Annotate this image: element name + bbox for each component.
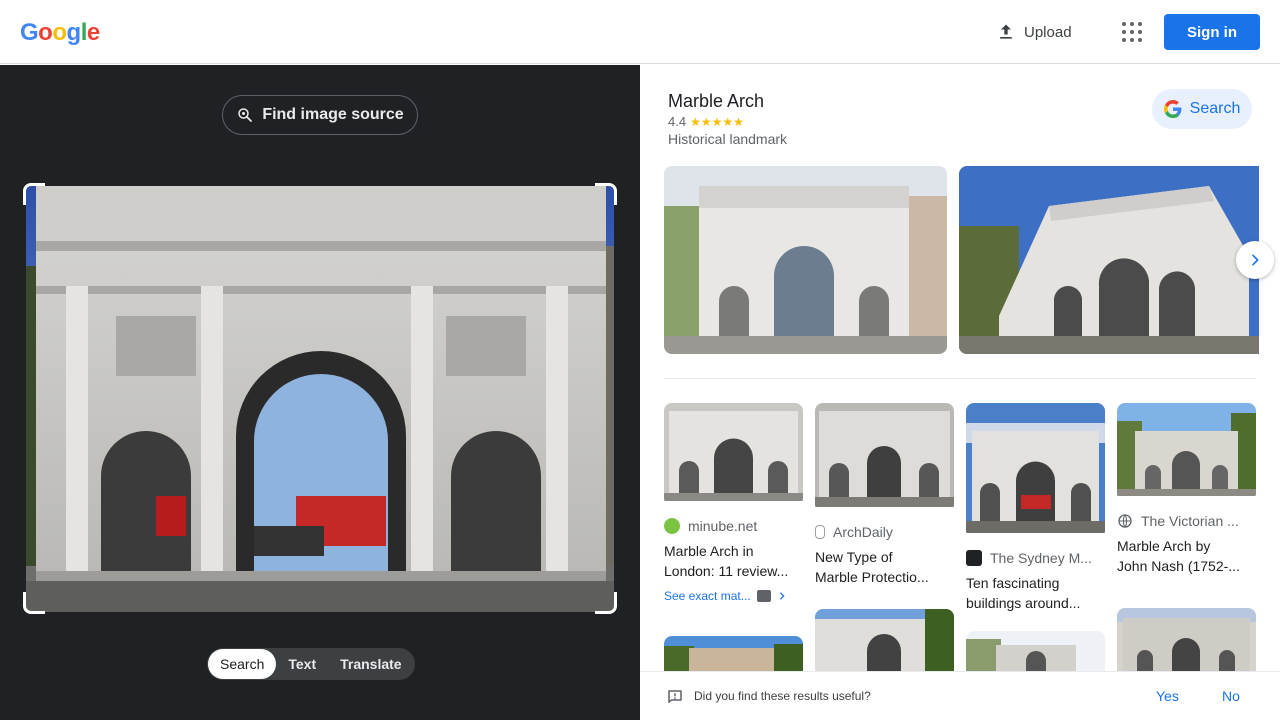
minube-favicon-icon — [664, 518, 680, 534]
upload-label: Upload — [1024, 23, 1072, 41]
entity-title[interactable]: Marble Arch — [668, 91, 764, 112]
lens-mode-switcher: Search Text Translate — [207, 648, 415, 680]
result-title[interactable]: Ten fascinating buildings around... — [966, 573, 1105, 613]
result-card[interactable]: minube.net Marble Arch in London: 11 rev… — [664, 403, 803, 603]
chevron-right-icon — [1252, 254, 1259, 266]
upload-icon — [1000, 24, 1012, 39]
result-thumbnail[interactable] — [1117, 403, 1256, 501]
find-image-source-button[interactable]: Find image source — [222, 95, 418, 135]
top-bar: Google Upload Sign in — [0, 0, 1280, 64]
result-source: minube.net — [664, 518, 803, 534]
result-thumbnail[interactable] — [664, 403, 803, 506]
results-panel: Marble Arch 4.4 ★★★★★ Historical landmar… — [640, 65, 1280, 720]
entity-photo-2[interactable] — [959, 166, 1259, 354]
result-title[interactable]: Marble Arch in London: 11 review... — [664, 541, 803, 581]
google-logo[interactable]: Google — [20, 19, 100, 47]
rating-stars-icon: ★★★★★ — [690, 114, 744, 129]
crop-handle-top-right[interactable] — [595, 183, 617, 205]
lens-search-icon — [238, 108, 253, 122]
mode-translate-tab[interactable]: Translate — [328, 649, 413, 679]
sign-in-button[interactable]: Sign in — [1164, 14, 1260, 50]
result-card[interactable] — [815, 609, 954, 680]
image-preview-panel: Find image source Search Text Translate — [0, 65, 640, 720]
crop-handle-bottom-left[interactable] — [23, 592, 45, 614]
result-card[interactable] — [1117, 608, 1256, 680]
result-thumbnail[interactable] — [966, 403, 1105, 538]
globe-icon — [1118, 514, 1132, 528]
mode-search-tab[interactable]: Search — [208, 649, 277, 679]
entity-rating: 4.4 ★★★★★ — [668, 114, 744, 129]
find-image-source-label: Find image source — [262, 106, 404, 123]
result-card[interactable]: The Victorian ... Marble Arch by John Na… — [1117, 403, 1256, 576]
result-title[interactable]: New Type of Marble Protectio... — [815, 547, 954, 587]
smh-favicon-icon — [966, 550, 982, 566]
entity-type: Historical landmark — [668, 131, 788, 147]
result-source: The Sydney M... — [966, 550, 1105, 566]
feedback-no-button[interactable]: No — [1222, 688, 1240, 704]
result-card[interactable]: The Sydney M... Ten fascinating building… — [966, 403, 1105, 613]
entity-search-label: Search — [1189, 100, 1241, 117]
result-thumbnail[interactable] — [815, 403, 954, 512]
result-source: The Victorian ... — [1117, 513, 1256, 529]
result-source: ArchDaily — [815, 524, 954, 540]
next-photos-button[interactable] — [1236, 241, 1274, 279]
chevron-right-icon — [779, 592, 785, 600]
upload-button[interactable]: Upload — [990, 16, 1078, 48]
section-divider — [664, 378, 1256, 379]
result-thumbnail[interactable] — [815, 609, 954, 680]
crop-handle-bottom-right[interactable] — [595, 592, 617, 614]
result-card[interactable]: ArchDaily New Type of Marble Protectio..… — [815, 403, 954, 587]
see-exact-matches-link[interactable]: See exact mat... — [664, 589, 803, 603]
result-thumbnail[interactable] — [1117, 608, 1256, 680]
google-g-icon — [1163, 100, 1182, 118]
result-title[interactable]: Marble Arch by John Nash (1752-... — [1117, 536, 1256, 576]
feedback-bar: Did you find these results useful? Yes N… — [640, 671, 1280, 720]
feedback-yes-button[interactable]: Yes — [1156, 688, 1179, 704]
apps-grid-icon[interactable] — [1116, 16, 1148, 48]
feedback-question: Did you find these results useful? — [694, 689, 871, 703]
entity-photo-1[interactable] — [664, 166, 947, 354]
query-image[interactable] — [26, 186, 614, 612]
image-thumbnail-icon — [756, 590, 771, 602]
rating-value: 4.4 — [668, 114, 687, 129]
crop-handle-top-left[interactable] — [23, 183, 45, 205]
mode-text-tab[interactable]: Text — [276, 649, 328, 679]
feedback-icon — [668, 690, 682, 703]
archdaily-favicon-icon — [815, 525, 825, 539]
entity-search-button[interactable]: Search — [1152, 89, 1252, 129]
